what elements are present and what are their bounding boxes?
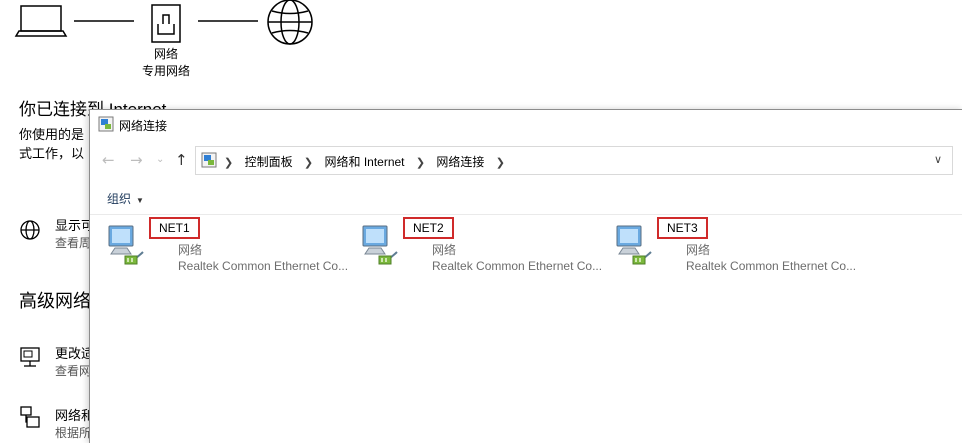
ethernet-adapter-icon — [108, 225, 144, 265]
connection-device: Realtek Common Ethernet Co... — [686, 259, 857, 273]
breadcrumb: ❯ 控制面板 ❯ 网络和 Internet ❯ 网络连接 ❯ — [224, 153, 513, 170]
show-available-networks-subtitle: 查看周 — [55, 236, 92, 250]
globe-icon — [20, 220, 40, 240]
status-description-line2: 式工作，以 — [19, 146, 85, 161]
up-arrow-icon[interactable]: ↑ — [175, 152, 188, 168]
network-connections-icon — [98, 116, 114, 132]
network-label: 网络 — [153, 47, 178, 61]
network-sharing-center-subtitle: 根据所 — [55, 426, 92, 440]
advanced-network-settings-heading: 高级网络 — [19, 291, 91, 311]
window-title: 网络连接 — [119, 119, 168, 133]
monitor-network-icon — [20, 347, 40, 367]
forward-arrow-icon[interactable]: → — [130, 152, 143, 168]
address-history-chevron-down-icon[interactable]: ∨ — [934, 153, 942, 166]
ethernet-adapter-icon — [362, 225, 398, 265]
connection-status: 网络 — [432, 243, 457, 257]
window-titlebar[interactable]: 网络连接 — [90, 110, 962, 138]
change-adapter-options-subtitle: 查看网 — [55, 364, 92, 378]
laptop-icon — [14, 5, 68, 37]
network-connections-window: 网络连接 ← → ⌄ ↑ ❯ 控制面板 ❯ 网络和 Internet ❯ 网络连… — [89, 109, 962, 443]
organize-label: 组织 — [107, 192, 132, 206]
connection-device: Realtek Common Ethernet Co... — [432, 259, 603, 273]
breadcrumb-separator-icon[interactable]: ❯ — [496, 156, 505, 169]
status-description-line1: 你使用的是 — [19, 127, 85, 142]
connection-item-net2[interactable]: NET2 网络 Realtek Common Ethernet Co... — [361, 214, 611, 278]
command-bar: 组织 ▼ — [90, 184, 962, 215]
connection-name: NET1 — [149, 217, 200, 239]
connection-device: Realtek Common Ethernet Co... — [178, 259, 349, 273]
ethernet-adapter-icon — [616, 225, 652, 265]
breadcrumb-network-connections[interactable]: 网络连接 — [436, 153, 484, 170]
connection-item-net1[interactable]: NET1 网络 Realtek Common Ethernet Co... — [107, 214, 357, 278]
connection-item-net3[interactable]: NET3 网络 Realtek Common Ethernet Co... — [615, 214, 865, 278]
organize-dropdown-icon: ▼ — [136, 196, 144, 205]
breadcrumb-control-panel[interactable]: 控制面板 — [245, 153, 293, 170]
connection-status: 网络 — [178, 243, 203, 257]
connection-name: NET2 — [403, 217, 454, 239]
recent-locations-chevron-icon[interactable]: ⌄ — [156, 152, 164, 168]
control-panel-icon — [201, 152, 217, 168]
network-share-icon — [20, 406, 40, 428]
globe-icon — [267, 0, 313, 45]
address-bar-row: ← → ⌄ ↑ ❯ 控制面板 ❯ 网络和 Internet ❯ 网络连接 ❯ ∨ — [90, 143, 962, 177]
router-icon — [151, 4, 181, 43]
connection-name: NET3 — [657, 217, 708, 239]
organize-button[interactable]: 组织 ▼ — [107, 190, 144, 207]
breadcrumb-separator-icon[interactable]: ❯ — [224, 156, 233, 169]
address-bar[interactable]: ❯ 控制面板 ❯ 网络和 Internet ❯ 网络连接 ❯ ∨ — [195, 146, 953, 175]
connection-status: 网络 — [686, 243, 711, 257]
back-arrow-icon[interactable]: ← — [102, 152, 115, 168]
breadcrumb-network-internet[interactable]: 网络和 Internet — [324, 153, 404, 170]
breadcrumb-separator-icon[interactable]: ❯ — [416, 156, 425, 169]
breadcrumb-separator-icon[interactable]: ❯ — [304, 156, 313, 169]
network-type-label: 专用网络 — [141, 64, 190, 78]
